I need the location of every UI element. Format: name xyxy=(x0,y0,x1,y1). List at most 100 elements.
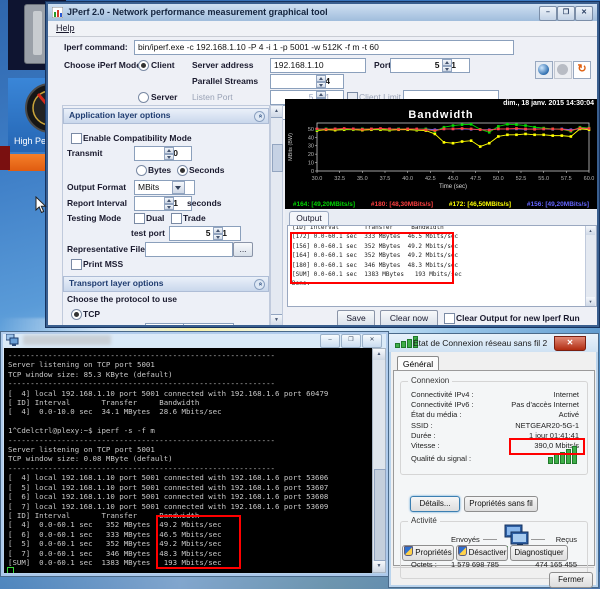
dialog-footer-separator xyxy=(393,567,594,568)
close-button[interactable]: ✕ xyxy=(575,6,593,21)
combo-arrow-icon[interactable] xyxy=(172,181,185,194)
test-port-spinner[interactable]: 5 001 xyxy=(169,226,241,241)
parallel-streams-spinner[interactable]: 4 xyxy=(270,74,344,89)
browse-button[interactable]: ... xyxy=(233,242,253,257)
properties-button[interactable]: Propriétés xyxy=(402,545,454,561)
wireless-properties-button[interactable]: Propriétés sans fil xyxy=(464,496,538,512)
tab-general[interactable]: Général xyxy=(397,356,439,371)
collapse-icon[interactable] xyxy=(254,279,265,290)
svg-text:30.0: 30.0 xyxy=(312,176,323,182)
minimize-button[interactable]: – xyxy=(539,6,557,21)
scrollbar-up-icon[interactable]: ▲ xyxy=(373,349,385,360)
minimize-button[interactable]: – xyxy=(320,334,340,348)
terminal-window: – ❐ ✕ ----------------------------------… xyxy=(0,331,389,577)
spinner-down-icon[interactable] xyxy=(316,82,326,89)
stop-iperf-button[interactable] xyxy=(554,61,572,79)
svg-text:52.5: 52.5 xyxy=(516,176,527,182)
port-spinner[interactable]: 5 001 xyxy=(390,58,470,73)
scrollbar-down-icon[interactable]: ▼ xyxy=(373,561,385,572)
diagnose-button-label: Diagnostiquer xyxy=(514,548,563,557)
dual-checkbox[interactable] xyxy=(134,213,145,224)
chart-timestamp: dim., 18 janv. 2015 14:30:04 xyxy=(503,100,594,107)
maximize-button[interactable]: ❐ xyxy=(557,6,575,21)
test-port-arrows[interactable] xyxy=(213,227,223,240)
port-label: Port xyxy=(374,60,391,70)
clear-now-button[interactable]: Clear now xyxy=(380,310,438,327)
trade-checkbox[interactable] xyxy=(171,213,182,224)
fermer-button-label: Fermer xyxy=(558,575,584,584)
buffer-length-unit-combo[interactable]: MBytes xyxy=(183,323,234,327)
bytes-label: Bytes xyxy=(148,165,171,175)
client-radio[interactable] xyxy=(138,60,149,71)
spinner-down-icon[interactable] xyxy=(164,154,174,161)
close-button[interactable]: ✕ xyxy=(362,334,382,348)
spinner-down-icon[interactable] xyxy=(164,204,174,211)
transmit-arrows[interactable] xyxy=(164,147,174,160)
scrollbar-down-icon[interactable]: ▼ xyxy=(586,297,595,306)
terminal-titlebar[interactable]: – ❐ ✕ xyxy=(1,332,388,348)
tcp-radio[interactable] xyxy=(71,309,82,320)
spinner-down-icon[interactable] xyxy=(213,234,223,241)
output-tabstrip xyxy=(285,210,597,225)
transmit-label: Transmit xyxy=(67,148,102,158)
options-scrollbar[interactable]: ▲ ▼ xyxy=(270,105,283,327)
tab-output[interactable]: Output xyxy=(289,211,329,225)
details-button[interactable]: Détails... xyxy=(410,496,460,512)
scrollbar-thumb[interactable] xyxy=(272,144,283,172)
clear-output-checkbox[interactable] xyxy=(444,313,455,324)
bytes-radio[interactable] xyxy=(136,165,147,176)
scrollbar-down-icon[interactable]: ▼ xyxy=(271,314,282,326)
svg-text:32.5: 32.5 xyxy=(334,176,345,182)
output-area[interactable]: [ID] Interval Transfer Bandwidth [172] 0… xyxy=(287,225,597,307)
diagnose-button[interactable]: Diagnostiquer xyxy=(510,545,568,561)
buffer-length-checkbox[interactable] xyxy=(71,325,82,327)
buffer-length-label: Buffer Length xyxy=(83,325,139,327)
output-scrollbar[interactable]: ▲ ▼ xyxy=(585,226,596,306)
svg-text:42.5: 42.5 xyxy=(425,176,436,182)
tab-general-label: Général xyxy=(403,359,433,369)
scrollbar-thumb[interactable] xyxy=(374,469,386,561)
network-status-dialog: État de Connexion réseau sans fil 2 ✕ Gé… xyxy=(388,333,599,588)
output-format-combo[interactable]: MBits xyxy=(134,180,195,195)
server-address-input[interactable]: 192.168.1.10 xyxy=(270,58,366,73)
parallel-streams-arrows[interactable] xyxy=(316,75,326,88)
maximize-button[interactable]: ❐ xyxy=(341,334,361,348)
spinner-down-icon[interactable] xyxy=(442,66,452,73)
app-options-header[interactable]: Application layer options xyxy=(63,108,269,124)
svg-text:50: 50 xyxy=(308,127,314,133)
collapse-icon[interactable] xyxy=(254,111,265,122)
close-button[interactable]: ✕ xyxy=(554,336,586,351)
gadget-label: High Per xyxy=(14,136,49,146)
dialog-titlebar[interactable]: État de Connexion réseau sans fil 2 ✕ xyxy=(389,334,598,352)
terminal-scrollbar[interactable]: ▲ ▼ xyxy=(372,348,386,573)
disable-button[interactable]: Désactiver xyxy=(456,545,508,561)
jperf-app-icon xyxy=(52,7,63,18)
svg-text:40: 40 xyxy=(308,135,314,141)
fermer-button[interactable]: Fermer xyxy=(549,572,593,588)
dialog-title: État de Connexion réseau sans fil 2 xyxy=(413,338,547,348)
seconds-radio[interactable] xyxy=(177,165,188,176)
save-button[interactable]: Save xyxy=(337,310,375,327)
transmit-spinner[interactable]: 60 xyxy=(134,146,192,161)
svg-text:10: 10 xyxy=(308,161,314,167)
svg-text:60.0: 60.0 xyxy=(584,176,595,182)
server-radio[interactable] xyxy=(138,92,149,103)
terminal-content[interactable]: ----------------------------------------… xyxy=(4,348,372,573)
restart-iperf-button[interactable]: ↻ xyxy=(573,61,591,79)
representative-file-input[interactable] xyxy=(145,242,233,257)
port-spinner-arrows[interactable] xyxy=(442,59,452,72)
compat-checkbox[interactable] xyxy=(71,133,82,144)
iperf-command-input[interactable]: bin/iperf.exe -c 192.168.1.10 -P 4 -i 1 … xyxy=(134,40,514,55)
properties-button-label: Propriétés xyxy=(415,548,451,557)
bandwidth-chart: dim., 18 janv. 2015 14:30:04 Bandwidth 0… xyxy=(285,99,597,209)
scrollbar-up-icon[interactable]: ▲ xyxy=(586,226,595,235)
help-menu[interactable]: Help xyxy=(56,23,75,33)
report-interval-arrows[interactable] xyxy=(164,197,174,210)
transport-options-header[interactable]: Transport layer options xyxy=(63,276,269,292)
jperf-titlebar[interactable]: JPerf 2.0 - Network performance measurem… xyxy=(48,4,597,22)
report-interval-spinner[interactable]: 1 xyxy=(134,196,192,211)
run-iperf-button[interactable] xyxy=(535,61,553,79)
print-mss-checkbox[interactable] xyxy=(71,259,82,270)
seconds-label: Seconds xyxy=(189,165,224,175)
scrollbar-up-icon[interactable]: ▲ xyxy=(271,106,282,118)
